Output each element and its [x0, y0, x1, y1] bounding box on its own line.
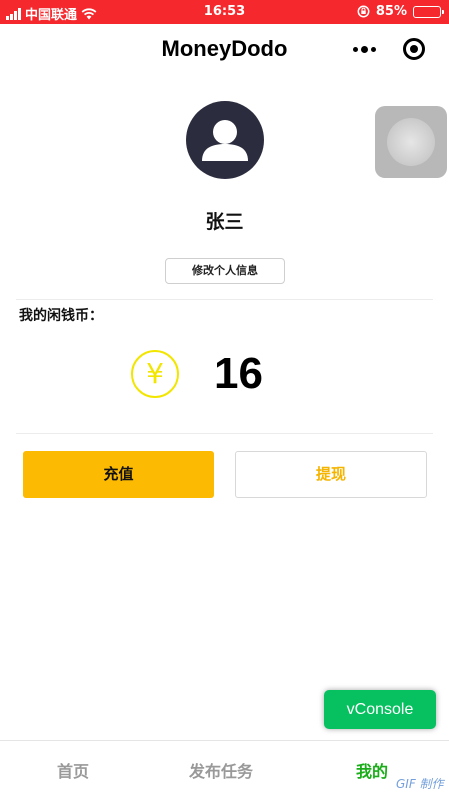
page-title: MoneyDodo	[161, 36, 288, 61]
target-icon[interactable]	[403, 38, 425, 60]
nav-bar: MoneyDodo	[0, 24, 449, 74]
more-icon[interactable]	[348, 38, 380, 60]
withdraw-button[interactable]: 提现	[235, 451, 427, 498]
status-right: 85%	[357, 4, 444, 19]
coin-icon: ¥	[131, 350, 179, 398]
edit-profile-button[interactable]: 修改个人信息	[165, 258, 285, 284]
tab-home[interactable]: 首页	[57, 758, 89, 782]
divider	[16, 299, 433, 300]
user-silhouette-icon	[202, 120, 248, 161]
tab-publish-task[interactable]: 发布任务	[189, 758, 253, 782]
divider	[16, 433, 433, 434]
tab-mine[interactable]: 我的	[356, 758, 388, 782]
battery-percent: 85%	[375, 4, 407, 19]
tab-bar: 首页 发布任务 我的	[0, 740, 449, 798]
user-name: 张三	[205, 211, 244, 233]
coins-label: 我的闲钱币：	[19, 308, 103, 324]
recharge-button[interactable]: 充值	[23, 451, 214, 498]
thumbnail-glow	[387, 118, 435, 166]
vconsole-button[interactable]: vConsole	[324, 690, 436, 729]
battery-icon	[413, 5, 444, 18]
rotation-lock-icon	[357, 5, 370, 18]
coin-balance: 16	[214, 349, 263, 398]
avatar[interactable]	[186, 101, 264, 179]
status-bar: 中国联通 16:53 85%	[0, 0, 449, 24]
watermark: GIF 制作	[396, 777, 444, 791]
floating-thumbnail[interactable]	[375, 106, 447, 178]
